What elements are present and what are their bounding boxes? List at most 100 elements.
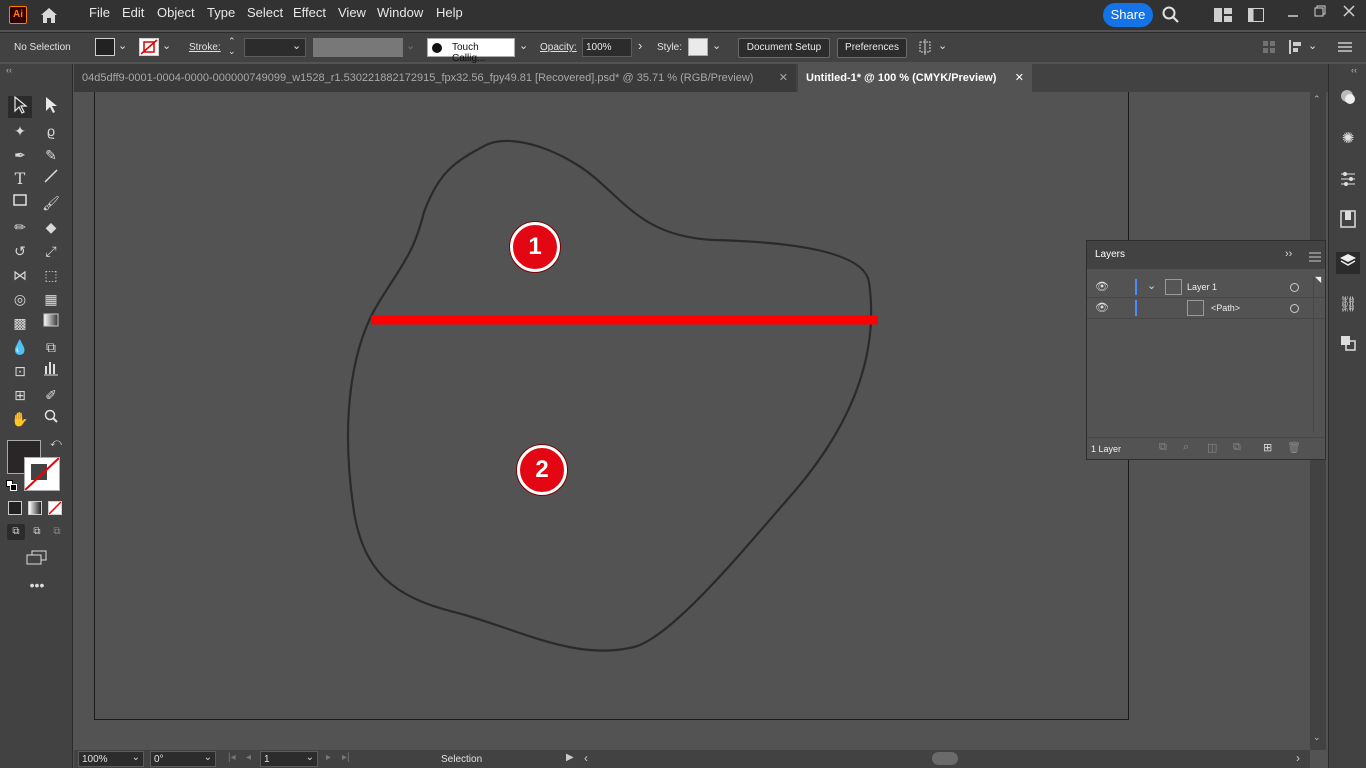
pencil-tool-icon[interactable]: ✏ <box>8 216 32 238</box>
chevron-down-icon[interactable]: ⌄ <box>712 39 721 52</box>
draw-normal-icon[interactable]: ⧉ <box>7 524 25 540</box>
gradient-mode-icon[interactable] <box>28 501 42 515</box>
blob-path[interactable] <box>346 139 873 652</box>
layers-panel-title[interactable]: Layers <box>1095 249 1125 260</box>
pen-tool-icon[interactable]: ✒ <box>8 144 32 166</box>
properties-panel-icon[interactable] <box>1336 170 1360 192</box>
chevron-right-icon[interactable]: › <box>638 38 642 53</box>
appearance-panel-icon[interactable] <box>1336 88 1360 110</box>
scroll-left-icon[interactable]: ‹ <box>584 751 588 765</box>
rotation-field[interactable]: 0° ⌄ <box>150 751 216 767</box>
draw-behind-icon[interactable]: ⧉ <box>28 524 46 540</box>
export-icon[interactable]: ⧉ <box>1159 441 1167 454</box>
chevron-down-icon[interactable]: ⌄ <box>162 39 171 52</box>
visibility-eye-icon[interactable]: 👁 <box>1095 280 1109 293</box>
path-name[interactable]: <Path> <box>1211 303 1240 313</box>
chevron-down-icon[interactable]: ⌄ <box>406 39 415 52</box>
home-icon[interactable] <box>38 5 60 25</box>
artboards-panel-icon[interactable] <box>1336 334 1360 356</box>
links-panel-icon[interactable]: ⛓ <box>1336 294 1360 316</box>
visibility-eye-icon[interactable]: 👁 <box>1095 301 1109 314</box>
variable-width-profile[interactable] <box>313 38 403 57</box>
artboard-navigator[interactable]: 1 ⌄ <box>260 751 318 767</box>
line-segment-tool-icon[interactable] <box>39 168 63 190</box>
type-tool-icon[interactable]: T <box>8 168 32 190</box>
preferences-button[interactable]: Preferences <box>837 38 907 58</box>
paintbrush-tool-icon[interactable]: 🖌 <box>39 192 63 214</box>
width-tool-icon[interactable]: ⋈ <box>8 264 32 286</box>
brushes-panel-icon[interactable]: ✺ <box>1336 128 1360 150</box>
none-mode-icon[interactable] <box>48 501 62 515</box>
menu-effect[interactable]: Effect <box>293 5 326 20</box>
scroll-right-icon[interactable]: › <box>1296 751 1300 765</box>
layer-name[interactable]: Layer 1 <box>1187 282 1217 292</box>
chevron-down-icon[interactable]: ⌄ <box>204 752 212 763</box>
scroll-up-icon[interactable]: ⌃ <box>1313 94 1321 105</box>
selection-tool-icon[interactable] <box>8 95 32 118</box>
menu-view[interactable]: View <box>338 5 366 20</box>
color-mode-icon[interactable] <box>8 501 22 515</box>
last-artboard-icon[interactable]: ▸| <box>342 752 350 763</box>
collapse-panel-icon[interactable]: ‹‹ <box>6 65 12 75</box>
curvature-tool-icon[interactable]: ✎ <box>39 144 63 166</box>
default-fill-stroke-icon[interactable] <box>6 480 18 492</box>
create-sublayer-icon[interactable]: ⧉ <box>1233 441 1241 454</box>
rectangle-tool-icon[interactable] <box>8 192 32 214</box>
stroke-stepper[interactable]: ⌃ ⌄ <box>228 36 236 56</box>
delete-layer-icon[interactable]: 🗑 <box>1287 441 1301 454</box>
zoom-field[interactable]: 100% ⌄ <box>78 751 144 767</box>
workspace-switcher-icon[interactable] <box>1214 8 1232 22</box>
chevron-down-icon[interactable]: ⌄ <box>118 39 127 52</box>
brush-definition[interactable]: Touch Callig... <box>427 38 515 64</box>
perspective-grid-tool-icon[interactable]: ▦ <box>39 288 63 310</box>
close-tab-icon[interactable]: ✕ <box>779 64 788 92</box>
next-artboard-icon[interactable]: ▸ <box>326 752 331 763</box>
menu-window[interactable]: Window <box>377 5 423 20</box>
chevron-down-icon[interactable]: ⌄ <box>306 752 314 763</box>
menu-edit[interactable]: Edit <box>122 5 144 20</box>
layers-panel-icon[interactable] <box>1336 252 1360 274</box>
stroke-color-icon[interactable] <box>24 457 60 491</box>
menu-object[interactable]: Object <box>157 5 195 20</box>
scroll-down-icon[interactable]: ⌄ <box>1313 732 1321 743</box>
document-setup-button[interactable]: Document Setup <box>738 38 830 58</box>
symbol-sprayer-tool-icon[interactable]: ⊡ <box>8 360 32 382</box>
document-tab-untitled[interactable]: Untitled-1* @ 100 % (CMYK/Preview) ✕ <box>798 64 1032 92</box>
opacity-input[interactable]: 100% <box>582 38 632 57</box>
search-icon[interactable] <box>1161 5 1181 25</box>
menu-type[interactable]: Type <box>207 5 235 20</box>
rotate-tool-icon[interactable]: ↺ <box>8 240 32 262</box>
panel-menu-icon[interactable] <box>1309 251 1321 262</box>
slice-tool-icon[interactable]: ✐ <box>39 384 63 406</box>
chevron-down-icon[interactable]: ⌄ <box>1147 279 1156 292</box>
target-circle-icon[interactable] <box>1290 283 1299 292</box>
create-new-layer-icon[interactable]: ⊞ <box>1263 441 1272 454</box>
status-menu-icon[interactable]: ▶ <box>566 752 574 763</box>
draw-inside-icon[interactable]: ⧉ <box>48 524 66 540</box>
free-transform-tool-icon[interactable]: ⬚ <box>39 264 63 286</box>
fill-swatch[interactable] <box>95 38 115 56</box>
shape-builder-tool-icon[interactable]: ◎ <box>8 288 32 310</box>
minimize-icon[interactable] <box>1286 6 1300 20</box>
close-tab-icon[interactable]: ✕ <box>1015 64 1024 92</box>
artboard-tool-icon[interactable]: ⊞ <box>8 384 32 406</box>
layers-list-scrollbar[interactable] <box>1313 277 1323 433</box>
scale-tool-icon[interactable]: ⤢ <box>39 240 63 262</box>
gradient-tool-icon[interactable] <box>39 312 63 334</box>
document-tab-psd[interactable]: 04d5dff9-0001-0004-0000-000000749099_w15… <box>74 64 796 92</box>
locate-object-icon[interactable]: ⌕ <box>1183 441 1189 454</box>
more-tools-icon[interactable]: ••• <box>28 578 46 592</box>
chevron-down-icon[interactable]: ⌄ <box>938 39 947 52</box>
collapse-panel-icon[interactable]: ›› <box>1285 248 1292 260</box>
stroke-swatch[interactable] <box>139 38 159 56</box>
previous-artboard-icon[interactable]: ◂ <box>246 752 251 763</box>
close-icon[interactable] <box>1342 4 1356 18</box>
magic-wand-tool-icon[interactable]: ✦ <box>8 120 32 142</box>
menu-file[interactable]: File <box>89 5 110 20</box>
chevron-down-icon[interactable]: ⌄ <box>292 39 301 52</box>
horizontal-scroll-thumb[interactable] <box>932 752 958 765</box>
align-icon[interactable] <box>1263 41 1275 53</box>
hand-tool-icon[interactable]: ✋ <box>8 408 32 430</box>
screen-mode-icon[interactable] <box>26 550 48 566</box>
graphic-style-swatch[interactable] <box>688 38 708 56</box>
